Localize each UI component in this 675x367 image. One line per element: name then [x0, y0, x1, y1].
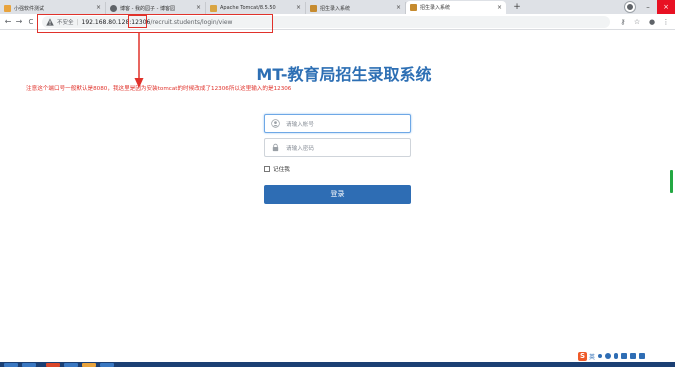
minimize-button[interactable]: – [639, 0, 657, 14]
username-placeholder: 请输入帐号 [286, 121, 314, 128]
url-port: 12306 [131, 18, 151, 26]
tab-favicon-icon [410, 4, 417, 11]
tab-close-icon[interactable]: × [497, 4, 502, 11]
sogou-logo-icon[interactable]: S [578, 351, 587, 361]
tab-2[interactable]: 博客 - 我的园子 - 博客园 × [106, 2, 206, 14]
login-button[interactable]: 登录 [264, 185, 411, 204]
account-icon[interactable]: ● [647, 14, 657, 30]
password-key-icon[interactable]: ⚷ [618, 14, 628, 30]
tab-title: 博客 - 我的园子 - 博客园 [120, 5, 175, 12]
ime-toolbar[interactable]: S 英 [578, 351, 648, 361]
taskbar-item[interactable] [64, 363, 78, 367]
tab-3[interactable]: Apache Tomcat/8.5.50 × [206, 2, 306, 14]
tab-title: 招生录入系统 [320, 5, 351, 12]
tab-title: 小强软件测试 [14, 5, 45, 12]
scrollbar-marker[interactable] [670, 170, 673, 193]
remember-me-label: 记住我 [273, 167, 290, 173]
tab-favicon-icon [4, 4, 11, 12]
new-tab-button[interactable]: + [512, 2, 522, 12]
taskbar-item[interactable] [22, 363, 36, 367]
skin-icon[interactable] [630, 353, 637, 359]
address-separator: | [76, 18, 79, 26]
toolbox-icon[interactable] [639, 353, 646, 359]
security-label: 不安全 [57, 20, 74, 26]
taskbar-item[interactable] [82, 363, 96, 367]
tab-close-icon[interactable]: × [296, 5, 301, 11]
password-input[interactable]: 请输入密码 [264, 138, 411, 157]
forward-button[interactable]: → [14, 14, 24, 30]
emoji-icon[interactable] [605, 353, 612, 359]
tab-1[interactable]: 小强软件测试 × [0, 2, 106, 14]
url-host: 192.168.80.128: [81, 18, 132, 26]
keyboard-icon[interactable] [621, 353, 628, 359]
screen: 小强软件测试 × 博客 - 我的园子 - 博客园 × Apache Tomcat… [0, 0, 675, 367]
menu-icon[interactable]: ⋮ [661, 14, 671, 30]
tab-5-active[interactable]: 招生录入系统 × [406, 1, 506, 14]
remember-me[interactable]: 记住我 [264, 165, 290, 173]
address-bar[interactable]: 不安全 | 192.168.80.128:12306/recruit.stude… [42, 16, 610, 28]
tab-favicon-icon [110, 4, 117, 12]
reload-button[interactable]: C [26, 14, 36, 30]
port-notice: 注意这个端口号一般默认是8080，我这里是因为安装tomcat的时候改成了123… [26, 86, 292, 92]
taskbar-item[interactable] [4, 363, 18, 367]
taskbar-item[interactable] [46, 363, 60, 367]
ime-mode-label[interactable]: 英 [589, 352, 595, 361]
tab-favicon-icon [310, 4, 317, 12]
url-text: 192.168.80.128:12306/recruit.students/lo… [82, 19, 233, 26]
page-title: MT-教育局招生录取系统 [256, 65, 432, 84]
warning-icon [46, 18, 54, 26]
tab-close-icon[interactable]: × [96, 5, 101, 11]
lock-icon [272, 143, 279, 152]
bookmark-star-icon[interactable]: ☆ [632, 14, 642, 30]
close-window-button[interactable]: × [657, 0, 675, 14]
tab-close-icon[interactable]: × [396, 5, 401, 11]
remember-me-checkbox[interactable] [264, 166, 270, 172]
browser-toolbar: ← → C 不安全 | 192.168.80.128:12306/recruit… [0, 14, 675, 30]
tab-close-icon[interactable]: × [196, 5, 201, 11]
url-path: /recruit.students/login/view [150, 18, 233, 26]
password-placeholder: 请输入密码 [286, 145, 314, 152]
punctuation-icon[interactable] [598, 354, 603, 358]
taskbar-item[interactable] [100, 363, 114, 367]
back-button[interactable]: ← [3, 14, 13, 30]
tab-title: Apache Tomcat/8.5.50 [220, 5, 276, 11]
profile-avatar[interactable] [625, 2, 635, 12]
username-input[interactable]: 请输入帐号 [264, 114, 411, 133]
microphone-icon[interactable] [614, 353, 619, 359]
tab-strip: 小强软件测试 × 博客 - 我的园子 - 博客园 × Apache Tomcat… [0, 0, 675, 14]
user-icon [271, 119, 280, 128]
tab-title: 招生录入系统 [420, 5, 451, 11]
tab-favicon-icon [210, 4, 217, 12]
tab-4[interactable]: 招生录入系统 × [306, 2, 406, 14]
